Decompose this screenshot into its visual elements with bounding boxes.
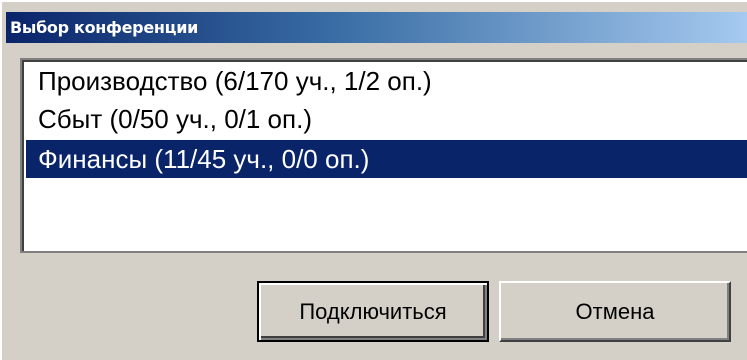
conference-item-label: Сбыт (0/50 уч., 0/1 оп.) bbox=[38, 104, 312, 134]
conference-list-item-selected[interactable]: Финансы (11/45 уч., 0/0 оп.) bbox=[26, 140, 747, 178]
conference-select-dialog: Выбор конференции Производство (6/170 уч… bbox=[0, 0, 747, 360]
conference-listbox[interactable]: Производство (6/170 уч., 1/2 оп.) Сбыт (… bbox=[20, 58, 747, 253]
conference-item-label: Финансы (11/45 уч., 0/0 оп.) bbox=[38, 144, 370, 174]
dialog-title-bar: Выбор конференции bbox=[6, 12, 747, 43]
dialog-title: Выбор конференции bbox=[10, 18, 199, 37]
conference-list-item[interactable]: Сбыт (0/50 уч., 0/1 оп.) bbox=[26, 100, 747, 138]
conference-item-label: Производство (6/170 уч., 1/2 оп.) bbox=[38, 66, 432, 96]
cancel-button[interactable]: Отмена bbox=[499, 281, 731, 342]
connect-button[interactable]: Подключиться bbox=[257, 281, 489, 342]
conference-list-item[interactable]: Производство (6/170 уч., 1/2 оп.) bbox=[26, 62, 747, 100]
